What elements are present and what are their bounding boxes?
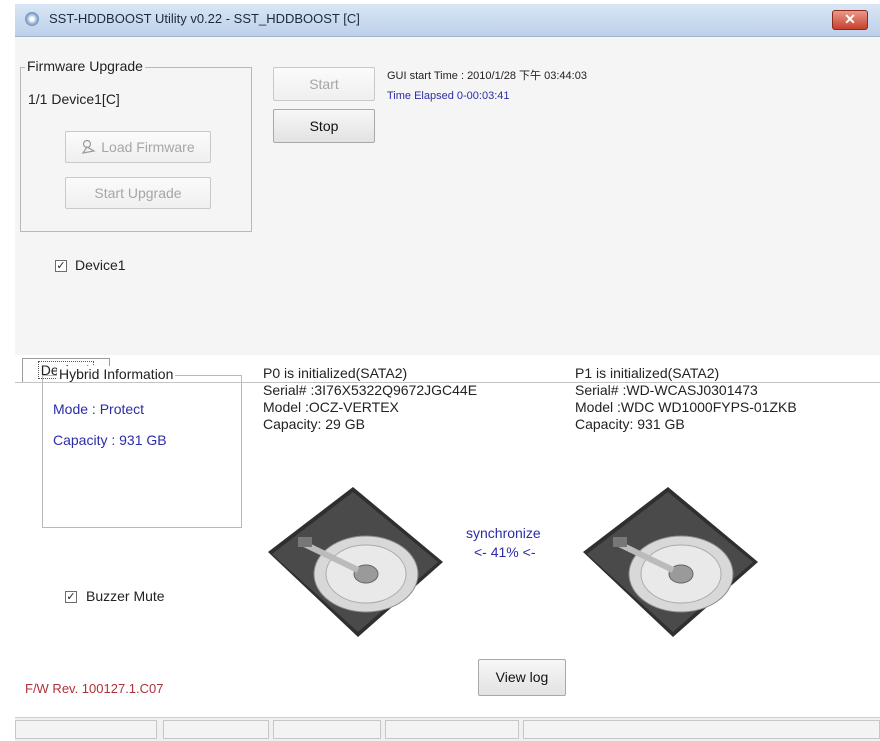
start-upgrade-button[interactable]: Start Upgrade bbox=[65, 177, 211, 209]
p1-capacity: Capacity: 931 GB bbox=[575, 416, 685, 432]
p0-info: P0 is initialized(SATA2) Serial# :3I76X5… bbox=[263, 365, 477, 433]
buzzer-mute-checkbox[interactable]: ✓ bbox=[65, 591, 77, 603]
title-bar: SST-HDDBOOST Utility v0.22 - SST_HDDBOOS… bbox=[15, 4, 880, 37]
device1-checkbox[interactable]: ✓ bbox=[55, 260, 67, 272]
start-button[interactable]: Start bbox=[273, 67, 375, 101]
status-segment bbox=[273, 720, 381, 739]
main-window: Firmware Upgrade 1/1 Device1[C] Load Fir… bbox=[15, 37, 880, 741]
p1-info: P1 is initialized(SATA2) Serial# :WD-WCA… bbox=[575, 365, 797, 433]
gui-start-time: GUI start Time : 2010/1/28 下午 03:44:03 bbox=[387, 70, 587, 82]
upper-panel: Firmware Upgrade 1/1 Device1[C] Load Fir… bbox=[15, 37, 880, 355]
app-icon bbox=[25, 12, 39, 26]
buzzer-mute-label: Buzzer Mute bbox=[86, 588, 165, 604]
p1-hard-drive-icon bbox=[583, 487, 758, 637]
p0-status: P0 is initialized(SATA2) bbox=[263, 365, 408, 381]
hybrid-mode: Mode : Protect bbox=[53, 401, 145, 417]
sync-progress-text: <- 41% <- bbox=[474, 544, 536, 560]
firmware-device-line: 1/1 Device1[C] bbox=[28, 91, 120, 107]
p0-capacity: Capacity: 29 GB bbox=[263, 416, 365, 432]
hybrid-information-title: Hybrid Information bbox=[57, 366, 176, 382]
status-bar bbox=[15, 717, 880, 741]
status-segment bbox=[523, 720, 880, 739]
firmware-upgrade-group: Firmware Upgrade 1/1 Device1[C] Load Fir… bbox=[20, 58, 252, 232]
device1-checkbox-label: Device1 bbox=[75, 257, 126, 273]
sync-label: synchronize bbox=[466, 525, 541, 541]
p0-model: Model :OCZ-VERTEX bbox=[263, 399, 399, 415]
status-segment bbox=[163, 720, 269, 739]
hybrid-information-group: Hybrid Information Mode : Protect Capaci… bbox=[42, 366, 242, 528]
load-firmware-icon bbox=[82, 139, 97, 154]
window-title: SST-HDDBOOST Utility v0.22 - SST_HDDBOOS… bbox=[49, 11, 360, 26]
close-button[interactable]: ✕ bbox=[832, 10, 868, 30]
p1-model: Model :WDC WD1000FYPS-01ZKB bbox=[575, 399, 797, 415]
hybrid-capacity: Capacity : 931 GB bbox=[53, 432, 167, 448]
fw-revision: F/W Rev. 100127.1.C07 bbox=[25, 681, 164, 696]
status-segment bbox=[385, 720, 519, 739]
load-firmware-label: Load Firmware bbox=[101, 139, 195, 155]
p1-serial: Serial# :WD-WCASJ0301473 bbox=[575, 382, 758, 398]
p1-status: P1 is initialized(SATA2) bbox=[575, 365, 720, 381]
status-segment bbox=[15, 720, 157, 739]
stop-button[interactable]: Stop bbox=[273, 109, 375, 143]
p0-hard-drive-icon bbox=[268, 487, 443, 637]
time-elapsed: Time Elapsed 0-00:03:41 bbox=[387, 90, 510, 102]
p0-serial: Serial# :3I76X5322Q9672JGC44E bbox=[263, 382, 478, 398]
firmware-upgrade-title: Firmware Upgrade bbox=[25, 58, 145, 74]
load-firmware-button[interactable]: Load Firmware bbox=[65, 131, 211, 163]
view-log-button[interactable]: View log bbox=[478, 659, 566, 696]
